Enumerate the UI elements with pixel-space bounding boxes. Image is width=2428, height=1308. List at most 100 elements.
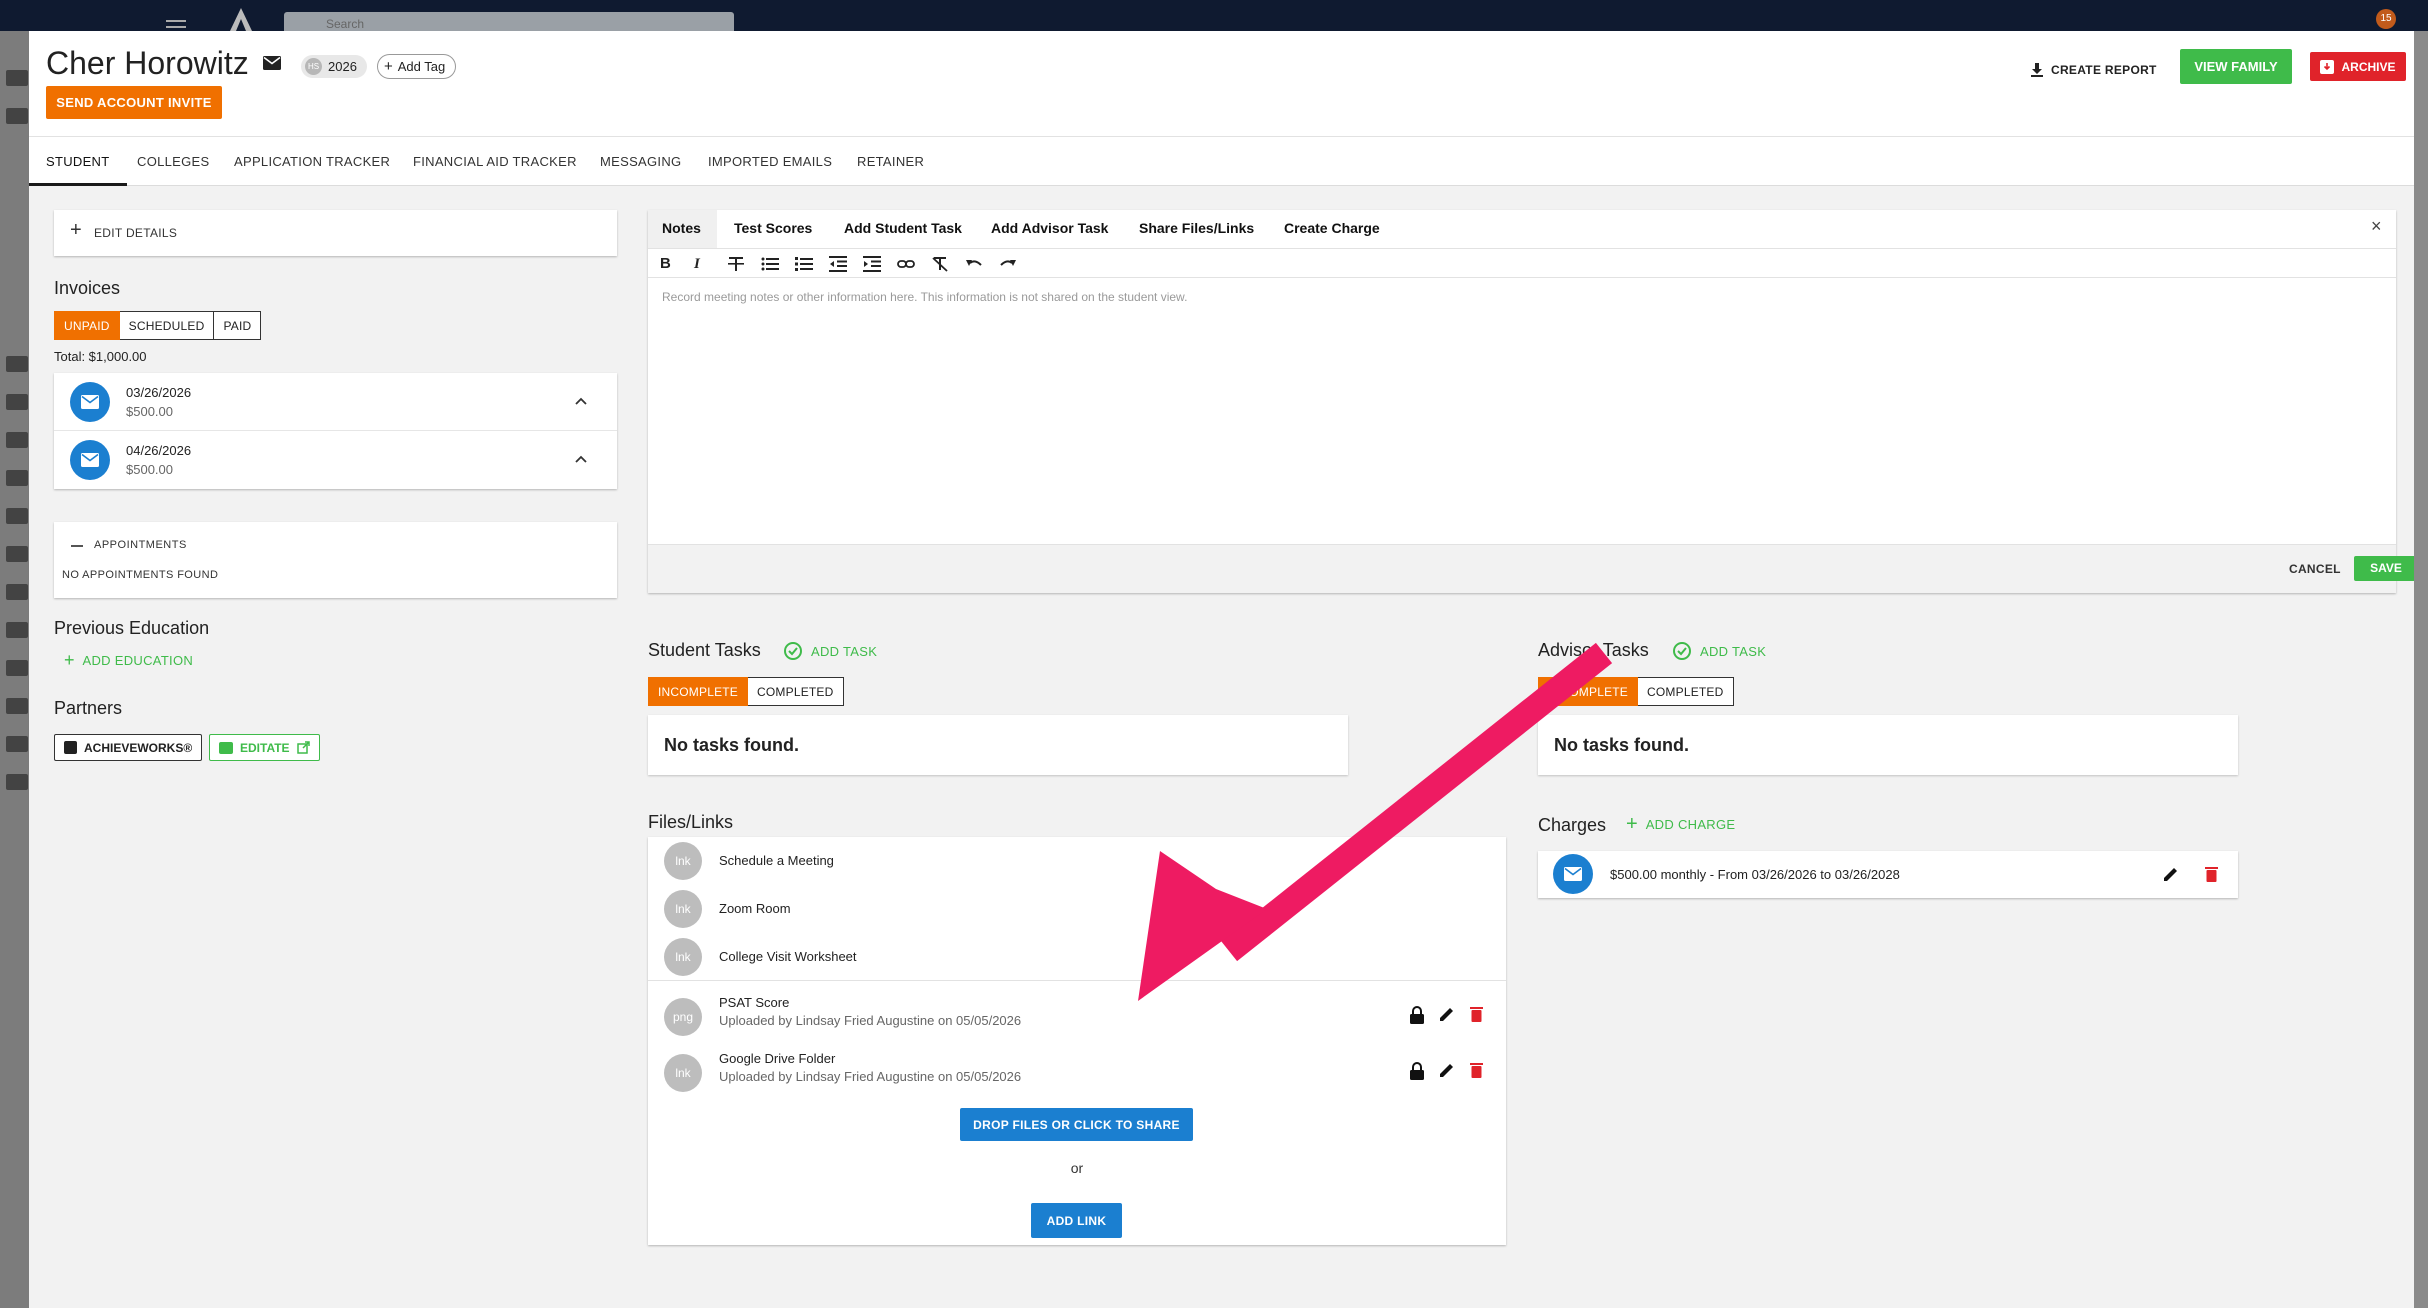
tab-student[interactable]: STUDENT [29,137,127,186]
add-student-task-button[interactable]: ADD TASK [783,641,877,661]
edit-icon[interactable] [1439,1062,1455,1078]
invoice-icon [70,382,110,422]
strikethrough-icon[interactable] [727,256,745,272]
editor-tab-test-scores[interactable]: Test Scores [734,210,812,247]
archive-button[interactable]: ARCHIVE [2310,52,2406,81]
cancel-button[interactable]: CANCEL [2289,562,2341,576]
file-type-avatar: lnk [664,938,702,976]
collapse-icon[interactable] [71,545,83,547]
file-row[interactable]: lnk Zoom Room [648,885,1506,933]
no-appointments-text: NO APPOINTMENTS FOUND [62,569,219,581]
student-tasks-title: Student Tasks [648,640,761,660]
tab-messaging[interactable]: MESSAGING [600,137,681,186]
achieveworks-button[interactable]: ACHIEVEWORKS® [54,734,203,761]
mail-icon[interactable] [263,56,281,70]
edit-icon[interactable] [1439,1006,1455,1022]
background-nav-icon [6,394,28,410]
file-row[interactable]: lnk Schedule a Meeting [648,837,1506,885]
advisor-tasks-title: Advisor Tasks [1538,640,1649,660]
tab-imported-emails[interactable]: IMPORTED EMAILS [708,137,832,186]
files-links-title: Files/Links [648,812,734,832]
send-account-invite-button[interactable]: SEND ACCOUNT INVITE [46,86,222,119]
advisor-task-filter-completed[interactable]: COMPLETED [1638,677,1734,706]
edit-details-card[interactable]: + EDIT DETAILS [54,210,617,256]
tab-financial-aid-tracker[interactable]: FINANCIAL AID TRACKER [413,137,577,186]
delete-icon[interactable] [2205,866,2218,882]
background-nav-icon [6,546,28,562]
notes-textarea[interactable]: Record meeting notes or other informatio… [662,290,1187,304]
chart-icon [64,741,77,754]
delete-icon[interactable] [1470,1006,1483,1022]
uploaded-file-row[interactable]: png PSAT Score Uploaded by Lindsay Fried… [648,989,1506,1045]
outdent-icon[interactable] [829,256,847,272]
add-charge-button[interactable]: + ADD CHARGE [1626,814,1735,834]
delete-icon[interactable] [1470,1062,1483,1078]
editate-button[interactable]: EDITATE [209,734,320,761]
chevron-up-icon[interactable] [575,397,587,405]
invoice-amount: $500.00 [126,404,173,419]
uploaded-file-row[interactable]: lnk Google Drive Folder Uploaded by Lind… [648,1045,1506,1101]
editor-tab-add-student-task[interactable]: Add Student Task [844,210,962,247]
partners-title: Partners [54,698,123,718]
editor-tab-notes[interactable]: Notes [662,210,701,247]
appointments-card: APPOINTMENTS NO APPOINTMENTS FOUND [54,522,617,598]
file-name: Schedule a Meeting [719,853,834,868]
close-icon[interactable]: × [2371,216,2382,237]
files-links-card: lnk Schedule a Meeting lnk Zoom Room lnk… [648,837,1506,1245]
invoice-filter-paid[interactable]: PAID [214,311,262,340]
advisor-task-filter-incomplete[interactable]: INCOMPLETE [1538,677,1639,706]
lock-icon[interactable] [1410,1006,1424,1024]
editor-tab-create-charge[interactable]: Create Charge [1284,210,1380,247]
invoice-item[interactable]: 03/26/2026 $500.00 [54,373,617,431]
numbered-list-icon[interactable] [795,256,813,272]
file-row[interactable]: lnk College Visit Worksheet [648,933,1506,981]
italic-icon[interactable]: I [694,256,712,272]
view-family-button[interactable]: VIEW FAMILY [2180,49,2292,84]
background-nav-icon [6,356,28,372]
appointments-label[interactable]: APPOINTMENTS [94,539,187,551]
invoice-filter-scheduled[interactable]: SCHEDULED [119,311,215,340]
lock-icon[interactable] [1410,1062,1424,1080]
charge-item[interactable]: $500.00 monthly - From 03/26/2026 to 03/… [1538,851,2238,898]
file-upload-meta: Uploaded by Lindsay Fried Augustine on 0… [719,1069,1022,1084]
add-advisor-task-button[interactable]: ADD TASK [1672,641,1766,661]
tab-application-tracker[interactable]: APPLICATION TRACKER [234,137,390,186]
file-name: College Visit Worksheet [719,949,857,964]
share-files-button[interactable]: DROP FILES OR CLICK TO SHARE [960,1108,1193,1141]
file-name: PSAT Score [719,995,790,1010]
add-link-button[interactable]: ADD LINK [1031,1203,1122,1238]
background-nav-icon [6,698,28,714]
archive-label: ARCHIVE [2341,59,2396,74]
editor-tab-share-files-links[interactable]: Share Files/Links [1139,210,1254,247]
achieveworks-label: ACHIEVEWORKS® [84,740,193,755]
student-task-filter-group: INCOMPLETE COMPLETED [648,677,844,706]
tab-retainer[interactable]: RETAINER [857,137,924,186]
edit-icon[interactable] [2163,866,2179,882]
chevron-up-icon[interactable] [575,455,587,463]
bulleted-list-icon[interactable] [761,256,779,272]
background-top-bar: Search 15 [0,0,2428,31]
clear-format-icon[interactable] [931,256,949,272]
invoice-item[interactable]: 04/26/2026 $500.00 [54,431,617,489]
create-report-button[interactable]: CREATE REPORT [2031,59,2157,81]
editor-tab-add-advisor-task[interactable]: Add Advisor Task [991,210,1108,247]
add-education-button[interactable]: + ADD EDUCATION [64,651,193,669]
bold-icon[interactable]: B [660,256,678,272]
save-button[interactable]: SAVE [2354,556,2414,581]
student-task-filter-incomplete[interactable]: INCOMPLETE [648,677,749,706]
file-type-avatar: png [664,998,702,1036]
invoice-list: 03/26/2026 $500.00 04/26/2026 $500.00 [54,373,617,489]
undo-icon[interactable] [965,256,983,272]
invoice-filter-unpaid[interactable]: UNPAID [54,311,120,340]
background-nav-icon [6,70,28,86]
student-task-filter-completed[interactable]: COMPLETED [748,677,844,706]
indent-icon[interactable] [863,256,881,272]
redo-icon[interactable] [999,256,1017,272]
add-task-icon [1673,642,1691,660]
add-tag-button[interactable]: + Add Tag [377,54,457,79]
grade-year: 2026 [328,59,357,74]
link-icon[interactable] [897,256,915,272]
editate-label: EDITATE [240,740,290,755]
tab-colleges[interactable]: COLLEGES [137,137,209,186]
advisor-task-list: No tasks found. [1538,715,2238,775]
